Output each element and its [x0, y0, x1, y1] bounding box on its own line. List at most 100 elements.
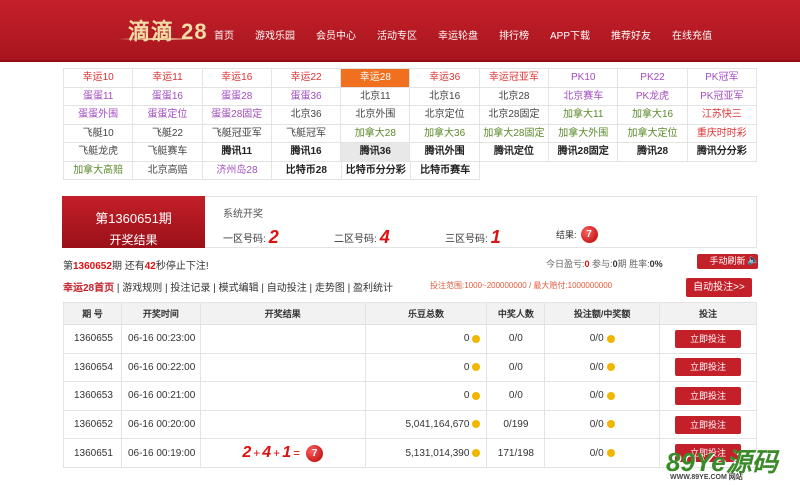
lottery-tab[interactable]: 加拿大16: [618, 106, 688, 125]
lottery-tab[interactable]: 腾讯定位: [479, 143, 550, 162]
lottery-tab[interactable]: 北京外围: [341, 106, 411, 125]
main-nav: 首页 游戏乐园 会员中心 活动专区 幸运轮盘 排行榜 APP下载 推荐好友 在线充值: [214, 27, 733, 42]
lottery-tab[interactable]: 济州岛28: [202, 161, 273, 180]
lottery-tab[interactable]: 北京定位: [410, 106, 480, 125]
lottery-tab[interactable]: 北京28固定: [479, 106, 550, 125]
lottery-tab[interactable]: 加拿大28固定: [479, 124, 550, 143]
lottery-tab[interactable]: 江苏快三: [687, 106, 757, 125]
lottery-tab[interactable]: PK22: [618, 69, 688, 88]
bet-now-button[interactable]: 立即投注: [675, 358, 742, 377]
issue-number: 第1360651期: [95, 211, 172, 226]
lottery-tab[interactable]: 蛋蛋定位: [133, 106, 203, 125]
lottery-tab[interactable]: 幸运冠亚军: [479, 69, 550, 88]
lottery-tab[interactable]: 蛋蛋36: [271, 87, 342, 106]
lottery-tab[interactable]: 飞艇龙虎: [64, 143, 134, 162]
nav-item[interactable]: APP下载: [550, 27, 590, 42]
time-cell: 06-16 00:23:00: [120, 324, 201, 354]
table-row: 1360653 06-16 00:21:00 0 0/0 0/0 立即投注: [63, 381, 757, 411]
lottery-tab[interactable]: 北京高赔: [133, 161, 203, 180]
lottery-tab[interactable]: 腾讯36: [341, 143, 411, 162]
nav-item[interactable]: 会员中心: [316, 27, 356, 42]
logo-underline: [118, 38, 198, 40]
coin-icon: [606, 391, 615, 400]
lottery-tab[interactable]: 比特币28: [272, 161, 342, 180]
lottery-tab[interactable]: 幸运10: [64, 69, 134, 88]
lottery-tab[interactable]: PK10: [549, 69, 619, 88]
lottery-tab[interactable]: 腾讯分分彩: [687, 143, 757, 162]
lottery-tab[interactable]: 加拿大外围: [549, 124, 619, 143]
lottery-tab[interactable]: 蛋蛋28固定: [202, 106, 272, 125]
game-home-link[interactable]: 幸运28首页: [63, 283, 114, 294]
lottery-tab[interactable]: PK冠亚军: [687, 87, 757, 106]
nav-item[interactable]: 幸运轮盘: [438, 27, 478, 42]
bet-now-button[interactable]: 立即投注: [675, 386, 742, 405]
lottery-tab[interactable]: 加拿大11: [549, 106, 619, 125]
lottery-row: 飞艇龙虎 飞艇赛车 腾讯11 腾讯16 腾讯36 腾讯外围 腾讯定位 腾讯28固定 腾讯28 腾讯…: [64, 143, 757, 162]
nav-item[interactable]: 推荐好友: [611, 27, 651, 42]
lottery-tab[interactable]: 重庆时时彩: [687, 124, 757, 143]
lottery-tab[interactable]: 加拿大定位: [618, 124, 688, 143]
lottery-tab[interactable]: 幸运16: [202, 69, 272, 88]
lottery-tab[interactable]: 北京36: [271, 106, 342, 125]
lottery-tab[interactable]: 腾讯28: [618, 143, 688, 162]
lottery-tab[interactable]: PK龙虎: [618, 87, 688, 106]
speaker-icon[interactable]: 🔈: [747, 255, 759, 266]
profit-label: 今日盈亏:: [546, 259, 585, 269]
winners-cell-text: 171/198: [497, 447, 534, 459]
bet-cell: 0/0: [544, 381, 661, 411]
bet-cell: 0/0: [544, 352, 661, 383]
lottery-tab[interactable]: 幸运36: [410, 69, 480, 88]
bet-now-button[interactable]: 立即投注: [675, 329, 742, 348]
lottery-tab[interactable]: 飞艇赛车: [133, 143, 203, 162]
nav-item[interactable]: 首页: [214, 27, 234, 42]
lottery-tab[interactable]: 加拿大28: [341, 124, 411, 143]
nav-item[interactable]: 在线充值: [672, 27, 712, 42]
lottery-tab[interactable]: 比特币赛车: [410, 161, 481, 180]
lottery-tab[interactable]: 幸运22: [271, 69, 342, 88]
profit-value: 0: [584, 259, 590, 269]
lottery-tab[interactable]: 北京11: [341, 87, 411, 106]
lottery-tab[interactable]: 蛋蛋16: [133, 87, 203, 106]
game-links-rest[interactable]: | 游戏规则 | 投注记录 | 模式编辑 | 自动投注 | 走势图 | 盈利统计: [114, 283, 393, 294]
lottery-tab[interactable]: 蛋蛋11: [64, 87, 134, 106]
bet-now-button[interactable]: 立即投注: [675, 415, 742, 434]
daily-stats: 今日盈亏:0 参与:0期 胜率:0%: [546, 257, 663, 270]
nav-item[interactable]: 排行榜: [499, 27, 529, 42]
coin-icon: [472, 449, 481, 458]
winners-cell: 171/198: [486, 438, 546, 468]
lottery-tab[interactable]: 飞艇22: [133, 124, 203, 143]
lottery-tab[interactable]: 幸运28: [341, 69, 411, 88]
lottery-row: 蛋蛋11 蛋蛋16 蛋蛋28 蛋蛋36 北京11 北京16 北京28 北京赛车 PK龙虎 PK冠亚…: [64, 87, 757, 106]
result-cell: [199, 352, 366, 383]
lottery-tab[interactable]: 腾讯11: [202, 143, 272, 162]
lottery-tab[interactable]: 飞艇冠亚军: [202, 124, 272, 143]
lottery-tab[interactable]: 加拿大36: [410, 124, 480, 143]
lottery-tab[interactable]: 蛋蛋外围: [64, 106, 134, 125]
lottery-tab[interactable]: 幸运11: [133, 69, 203, 88]
coin-icon: [606, 363, 615, 372]
lottery-tab[interactable]: 北京赛车: [549, 87, 619, 106]
lottery-tab[interactable]: 蛋蛋28: [202, 87, 272, 106]
site-logo[interactable]: 滴滴 28: [128, 14, 208, 46]
lottery-row: 加拿大高赔 北京高赔 济州岛28 比特币28 比特币分分彩 比特币赛车: [64, 161, 757, 180]
lottery-tab[interactable]: 北京16: [410, 87, 480, 106]
lottery-tab[interactable]: 北京28: [479, 87, 550, 106]
lottery-tab[interactable]: 加拿大高赔: [64, 161, 134, 180]
column-header: 投注: [659, 302, 757, 325]
lottery-tab[interactable]: PK冠军: [687, 69, 757, 88]
result: 结果: 7: [556, 226, 598, 243]
total-cell-text: 5,041,164,670: [405, 419, 470, 431]
lottery-tab[interactable]: 腾讯28固定: [549, 143, 619, 162]
nav-item[interactable]: 游戏乐园: [255, 27, 295, 42]
lottery-tab[interactable]: 比特币分分彩: [341, 161, 411, 180]
coin-icon: [606, 420, 615, 429]
nav-item[interactable]: 活动专区: [377, 27, 417, 42]
lottery-tab[interactable]: 飞艇10: [64, 124, 134, 143]
lottery-tab[interactable]: 飞艇冠军: [271, 124, 342, 143]
countdown-mid: 期 还有: [111, 261, 145, 272]
auto-bet-button[interactable]: 自动投注>>: [686, 278, 752, 297]
lottery-tab[interactable]: 腾讯外围: [410, 143, 480, 162]
system-draw-label: 系统开奖: [223, 209, 263, 220]
calc-c: 1: [282, 444, 292, 462]
lottery-tab[interactable]: 腾讯16: [271, 143, 342, 162]
